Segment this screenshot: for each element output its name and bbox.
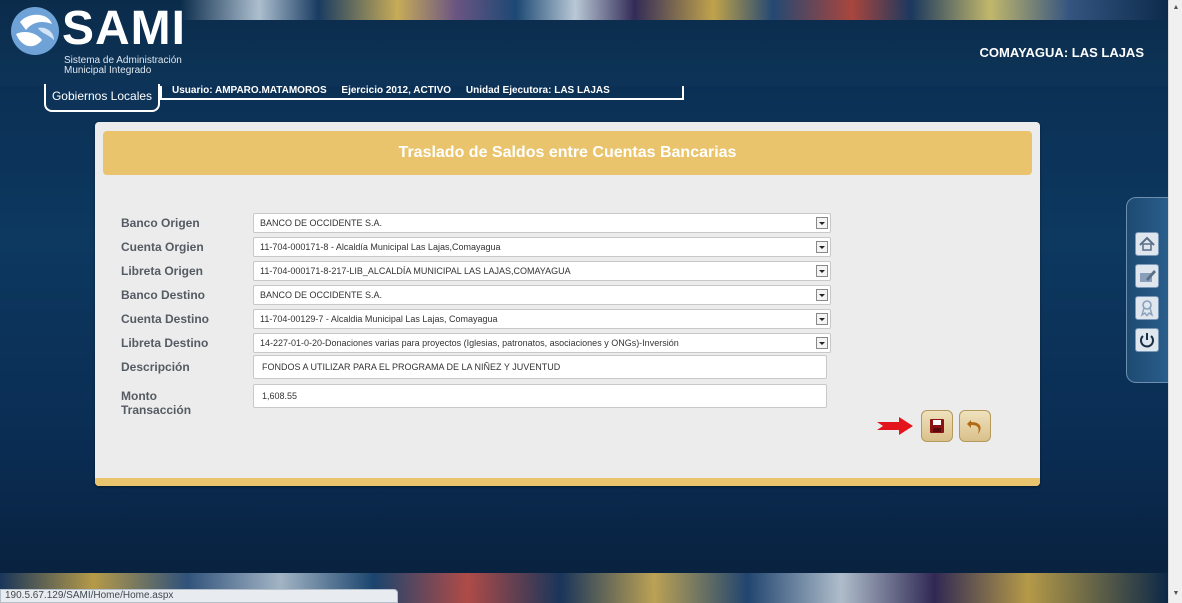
chevron-down-icon[interactable]	[816, 289, 828, 301]
undo-icon	[967, 420, 981, 434]
scroll-up-arrow-icon[interactable]: ▲	[1172, 4, 1180, 12]
cuenta-destino-value: 11-704-00129-7 - Alcaldia Municipal Las …	[260, 314, 498, 324]
cuenta-origen-value: 11-704-000171-8 - Alcaldía Municipal Las…	[260, 242, 501, 252]
award-icon	[1140, 300, 1154, 317]
libreta-origen-value: 11-704-000171-8-217-LIB_ALCALDÍA MUNICIP…	[260, 266, 571, 276]
monto-field[interactable]: 1,608.55	[253, 384, 827, 408]
municipality-label: COMAYAGUA: LAS LAJAS	[979, 45, 1144, 60]
home-button[interactable]	[1135, 232, 1159, 256]
chevron-down-icon[interactable]	[816, 265, 828, 277]
chevron-down-icon[interactable]	[816, 313, 828, 325]
form-title: Traslado de Saldos entre Cuentas Bancari…	[103, 131, 1032, 175]
app-window: SAMI Sistema de Administración Municipal…	[0, 0, 1168, 603]
edit-button[interactable]	[1135, 264, 1159, 288]
status-bar-url: 190.5.67.129/SAMI/Home/Home.aspx	[0, 589, 398, 603]
save-icon	[930, 419, 944, 433]
tab-gobiernos-locales[interactable]: Gobiernos Locales	[44, 84, 160, 112]
libreta-origen-label: Libreta Origen	[121, 264, 204, 278]
chevron-down-icon[interactable]	[816, 337, 828, 349]
vertical-scrollbar[interactable]: ▲ ▼	[1168, 0, 1182, 603]
cuenta-origen-select[interactable]: 11-704-000171-8 - Alcaldía Municipal Las…	[253, 237, 831, 257]
save-button[interactable]	[921, 410, 953, 442]
cuenta-destino-select[interactable]: 11-704-00129-7 - Alcaldia Municipal Las …	[253, 309, 831, 329]
libreta-origen-select[interactable]: 11-704-000171-8-217-LIB_ALCALDÍA MUNICIP…	[253, 261, 831, 281]
panel-bottom-border	[95, 478, 1040, 486]
libreta-destino-label: Libreta Destino	[121, 336, 209, 350]
transfer-form-panel: Traslado de Saldos entre Cuentas Bancari…	[95, 122, 1040, 486]
chevron-down-icon[interactable]	[816, 241, 828, 253]
banco-origen-select[interactable]: BANCO DE OCCIDENTE S.A.	[253, 213, 831, 233]
unidad-ejecutora-label: Unidad Ejecutora: LAS LAJAS	[465, 85, 610, 96]
logo-subtitle-line-2: Municipal Integrado	[64, 65, 152, 76]
logo-title: SAMI	[62, 2, 186, 55]
session-info-bar: Usuario: AMPARO.MATAMOROS Ejercicio 2012…	[160, 86, 684, 100]
power-button[interactable]	[1135, 328, 1159, 352]
header: SAMI Sistema de Administración Municipal…	[0, 0, 1168, 86]
libreta-destino-select[interactable]: 14-227-01-0-20-Donaciones varias para pr…	[253, 333, 831, 353]
edit-icon	[1140, 270, 1156, 282]
monto-label: Monto Transacción	[121, 389, 192, 417]
banco-origen-label: Banco Origen	[121, 216, 200, 230]
cuenta-origen-label: Cuenta Orgien	[121, 240, 204, 254]
scroll-down-arrow-icon[interactable]: ▼	[1172, 590, 1180, 598]
banco-origen-value: BANCO DE OCCIDENTE S.A.	[260, 218, 383, 228]
power-icon	[1140, 333, 1154, 348]
descripcion-label: Descripción	[121, 360, 190, 374]
ejercicio-label: Ejercicio 2012, ACTIVO	[341, 85, 452, 96]
descripcion-field[interactable]: FONDOS A UTILIZAR PARA EL PROGRAMA DE LA…	[253, 355, 827, 379]
chevron-down-icon[interactable]	[816, 217, 828, 229]
home-icon	[1139, 236, 1155, 251]
banco-destino-select[interactable]: BANCO DE OCCIDENTE S.A.	[253, 285, 831, 305]
cuenta-destino-label: Cuenta Destino	[121, 312, 210, 326]
banco-destino-label: Banco Destino	[121, 288, 206, 302]
side-toolbar	[1126, 197, 1168, 383]
usuario-label: Usuario: AMPARO.MATAMOROS	[172, 85, 327, 96]
sami-logo-icon	[11, 7, 59, 55]
red-arrow-icon	[877, 417, 913, 435]
logo-subtitle: Sistema de Administración Municipal Inte…	[64, 56, 182, 76]
header-banner-art	[180, 0, 1168, 20]
award-button[interactable]	[1135, 296, 1159, 320]
banco-destino-value: BANCO DE OCCIDENTE S.A.	[260, 290, 383, 300]
back-button[interactable]	[959, 410, 991, 442]
libreta-destino-value: 14-227-01-0-20-Donaciones varias para pr…	[260, 338, 679, 348]
